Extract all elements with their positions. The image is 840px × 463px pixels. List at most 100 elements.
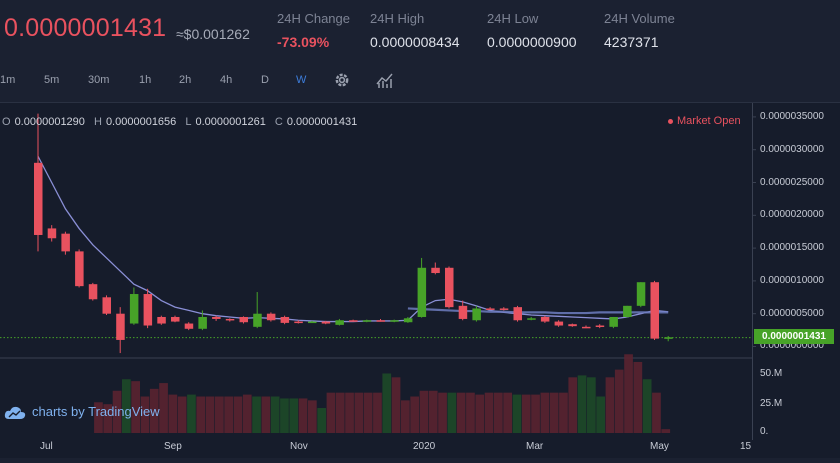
last-price-marker: 0.0000001431 <box>754 329 834 344</box>
candle-body <box>171 316 180 322</box>
time-tick-label: Mar <box>526 441 544 452</box>
candle-body <box>499 308 509 310</box>
interval-1h-button[interactable]: 1h <box>139 74 151 86</box>
market-status: Market Open <box>668 115 741 127</box>
volume-bar <box>168 394 178 433</box>
volume-bar <box>159 383 168 433</box>
volume-bar <box>428 390 438 433</box>
candle-body <box>623 305 632 317</box>
candle-body <box>609 316 618 327</box>
cloud-logo-icon <box>4 406 26 419</box>
volume-bar <box>298 398 308 433</box>
last-price: 0.0000001431 <box>4 14 167 42</box>
candle-body <box>225 318 235 321</box>
volume-bar <box>577 375 587 433</box>
interval-5m-button[interactable]: 5m <box>44 74 59 86</box>
volume-tick-label: 0. <box>760 426 769 437</box>
volume-bar <box>215 396 224 433</box>
volume-bar <box>642 379 652 433</box>
stat-value: 0.0000008434 <box>370 34 460 50</box>
price-tick-label: 0.0000035000 <box>760 110 824 122</box>
volume-bar <box>177 396 187 433</box>
volume-bar <box>568 377 578 433</box>
candle-body <box>266 313 276 321</box>
candle-body <box>102 297 111 314</box>
interval-4h-button[interactable]: 4h <box>220 74 232 86</box>
tradingview-link[interactable]: charts by TradingView <box>4 404 160 420</box>
volume-bar <box>391 377 401 433</box>
volume-bar <box>614 369 624 433</box>
candle-body <box>239 316 248 323</box>
volume-bar <box>401 400 410 433</box>
stat-label: 24H Volume <box>604 11 675 26</box>
volume-bar <box>521 394 531 433</box>
volume-bar <box>289 398 299 433</box>
status-dot-icon <box>668 118 673 124</box>
volume-bar <box>438 392 447 433</box>
volume-bar <box>335 392 345 433</box>
volume-bar <box>484 392 494 433</box>
stat-label: 24H Change <box>277 11 350 26</box>
candle-body <box>308 321 317 324</box>
interval-1m-button[interactable]: 1m <box>0 74 15 86</box>
candle-body <box>212 316 221 319</box>
ohlc-open-value: 0.0000001290 <box>14 116 85 128</box>
candle-body <box>376 320 385 322</box>
price-tick-label: 0.0000030000 <box>760 143 824 155</box>
volume-bar <box>187 394 196 433</box>
interval-30m-button[interactable]: 30m <box>88 74 109 86</box>
candle-body <box>157 316 166 324</box>
ohlc-high-value: 0.0000001656 <box>105 116 177 128</box>
candle-body <box>321 321 331 324</box>
candle-body <box>636 282 646 306</box>
ohlc-high-label: H <box>93 116 102 128</box>
volume-bar <box>494 392 503 433</box>
volume-bar <box>317 408 326 433</box>
volume-bar <box>345 392 354 433</box>
volume-bar <box>559 392 568 433</box>
stat-value: 4237371 <box>604 34 659 50</box>
volume-bar <box>410 396 419 433</box>
stat-label: 24H High <box>370 11 425 26</box>
candle-body <box>527 318 536 320</box>
volume-bar <box>456 392 466 433</box>
interval-w-button[interactable]: W <box>296 74 306 86</box>
candle-body <box>390 320 399 322</box>
stat-24h-change: 24H Change -73.09% <box>277 11 350 50</box>
volume-bar <box>549 392 559 433</box>
market-status-label: Market Open <box>677 115 741 127</box>
usd-price: ≈$0.001262 <box>176 26 250 42</box>
volume-bar <box>261 396 271 433</box>
gear-icon[interactable] <box>333 71 351 89</box>
candle-body <box>403 318 413 323</box>
candle-body <box>253 313 262 327</box>
price-tick-label: 0.0000010000 <box>760 274 824 286</box>
interval-d-button[interactable]: D <box>261 74 269 86</box>
candle-body <box>143 294 153 326</box>
price-tick-label: 0.0000020000 <box>760 209 824 221</box>
volume-bar <box>354 392 364 433</box>
candle-body <box>664 337 673 339</box>
volume-bar <box>512 394 522 433</box>
volume-bar <box>540 392 550 433</box>
candle-body <box>198 316 207 329</box>
ohlc-close-value: 0.0000001431 <box>286 116 358 128</box>
volume-bar <box>363 392 373 433</box>
volume-bar <box>382 373 392 433</box>
ohlc-close-label: C <box>274 116 283 128</box>
indicators-icon[interactable] <box>376 71 396 89</box>
candle-body <box>362 320 372 322</box>
volume-bar <box>252 396 261 433</box>
candle-body <box>75 251 84 287</box>
candle-body <box>554 321 564 326</box>
candle-body <box>595 325 605 328</box>
candle-body <box>568 324 577 327</box>
volume-bar <box>652 392 661 433</box>
volume-bar <box>233 396 243 433</box>
candle-body <box>445 267 454 308</box>
volume-bar <box>596 396 605 433</box>
volume-bar <box>587 377 596 433</box>
interval-2h-button[interactable]: 2h <box>179 74 191 86</box>
volume-bar <box>373 392 382 433</box>
volume-bar <box>661 429 671 433</box>
